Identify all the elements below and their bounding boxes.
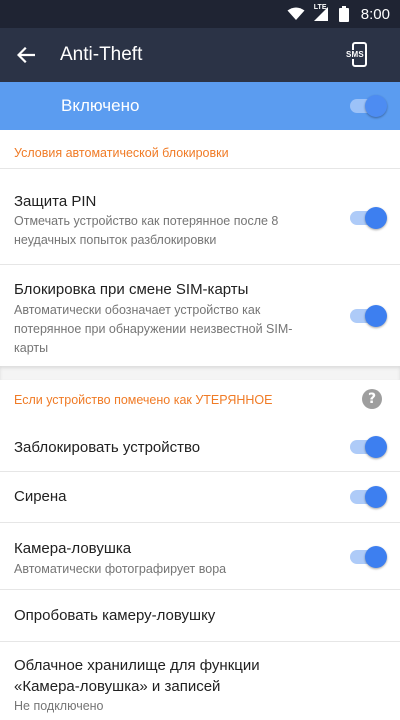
toggle-thumb <box>365 546 387 568</box>
sms-label: SMS <box>346 50 364 59</box>
app-bar: Anti-Theft SMS <box>0 28 400 82</box>
siren-toggle[interactable] <box>350 486 387 508</box>
back-button[interactable] <box>10 39 42 71</box>
network-type-label: LTE <box>313 4 327 11</box>
sim-change-lock-title: Блокировка при смене SIM-карты <box>14 281 249 298</box>
toggle-thumb <box>365 95 387 117</box>
test-camera-trap-item[interactable]: Опробовать камеру-ловушку <box>0 590 400 641</box>
signal-icon: LTE <box>313 4 331 22</box>
camera-trap-toggle[interactable] <box>350 546 387 568</box>
pin-protection-item[interactable]: Защита PIN Отмечать устройство как потер… <box>0 169 400 264</box>
battery-icon <box>338 6 349 22</box>
enabled-label: Включено <box>61 96 140 115</box>
cloud-storage-title: Облачное хранилище для функции «Камера-л… <box>14 657 260 695</box>
arrow-back-icon <box>17 47 35 63</box>
enabled-bar: Включено <box>0 82 400 130</box>
wifi-icon <box>287 7 305 20</box>
toggle-thumb <box>365 305 387 327</box>
toggle-thumb <box>365 486 387 508</box>
help-icon[interactable]: ? <box>362 389 382 409</box>
camera-trap-title: Камера-ловушка <box>14 540 132 557</box>
status-bar: LTE 8:00 <box>0 0 400 28</box>
section-header-lost: Если устройство помечено как УТЕРЯННОЕ <box>14 393 273 407</box>
pin-protection-title: Защита PIN <box>14 193 97 210</box>
lock-device-item[interactable]: Заблокировать устройство <box>0 423 400 471</box>
pin-protection-subtitle: Отмечать устройство как потерянное после… <box>14 214 279 247</box>
page-title: Anti-Theft <box>60 44 143 65</box>
test-camera-trap-title: Опробовать камеру-ловушку <box>14 607 216 624</box>
siren-item[interactable]: Сирена <box>0 472 400 522</box>
status-time: 8:00 <box>360 5 390 23</box>
sim-change-lock-subtitle: Автоматически обозначает устройство как … <box>14 303 293 355</box>
section-separator <box>0 366 400 380</box>
sim-change-lock-toggle[interactable] <box>350 305 387 327</box>
siren-title: Сирена <box>14 488 67 505</box>
toggle-thumb <box>365 436 387 458</box>
cloud-storage-item[interactable]: Облачное хранилище для функции «Камера-л… <box>0 642 400 720</box>
enabled-toggle[interactable] <box>350 95 387 117</box>
toggle-thumb <box>365 207 387 229</box>
pin-protection-toggle[interactable] <box>350 207 387 229</box>
camera-trap-subtitle: Автоматически фотографирует вора <box>14 562 227 576</box>
section-header-auto-lock: Условия автоматической блокировки <box>14 146 229 160</box>
lock-device-title: Заблокировать устройство <box>14 439 201 456</box>
sim-change-lock-item[interactable]: Блокировка при смене SIM-карты Автоматич… <box>0 265 400 366</box>
status-icons: LTE 8:00 <box>287 0 390 28</box>
cloud-storage-subtitle: Не подключено <box>14 699 104 713</box>
camera-trap-item[interactable]: Камера-ловушка Автоматически фотографиру… <box>0 523 400 589</box>
lock-device-toggle[interactable] <box>350 436 387 458</box>
sms-button[interactable]: SMS <box>344 41 372 69</box>
